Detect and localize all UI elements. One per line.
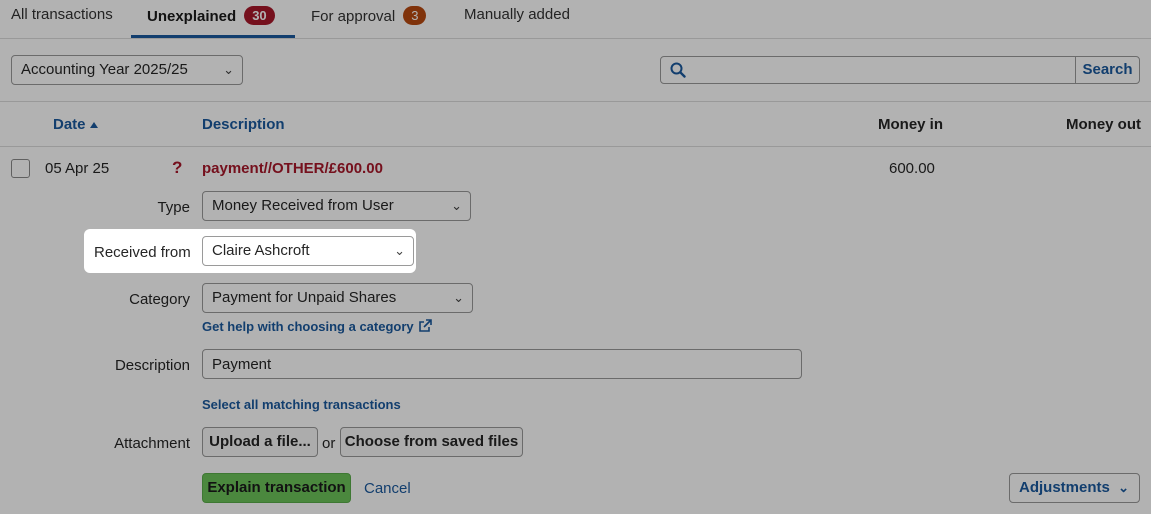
highlighted-received-from-field: Received from Claire Ashcroft ⌄	[84, 229, 416, 273]
date-header-label: Date	[53, 116, 86, 133]
active-tab-indicator	[131, 35, 295, 38]
explain-transaction-button[interactable]: Explain transaction	[202, 473, 351, 503]
unexplained-count-badge: 30	[244, 6, 275, 25]
description-label: Description	[114, 357, 190, 374]
search-icon	[670, 62, 686, 78]
type-value: Money Received from User	[212, 197, 394, 214]
external-link-icon	[418, 319, 432, 332]
select-matching-link[interactable]: Select all matching transactions	[202, 397, 401, 412]
received-from-label: Received from	[94, 244, 191, 261]
row-select-checkbox[interactable]	[11, 159, 30, 178]
category-label: Category	[129, 291, 190, 308]
header-top-divider	[0, 101, 1151, 102]
received-from-value: Claire Ashcroft	[212, 242, 310, 259]
tab-label: For approval	[311, 8, 396, 25]
category-value: Payment for Unpaid Shares	[212, 289, 397, 306]
adjustments-button[interactable]: Adjustments ⌄	[1009, 473, 1140, 503]
description-column-header[interactable]: Description	[202, 116, 285, 133]
tab-manually-added[interactable]: Manually added	[464, 6, 570, 23]
date-column-header[interactable]: Date	[53, 116, 99, 133]
adjustments-label: Adjustments	[1019, 479, 1110, 496]
transaction-description: payment//OTHER/£600.00	[202, 160, 383, 177]
search-box: Search	[660, 56, 1140, 84]
chevron-down-icon: ⌄	[1118, 480, 1129, 495]
transaction-date: 05 Apr 25	[45, 160, 110, 177]
transaction-money-in: 600.00	[889, 160, 935, 177]
attachment-label: Attachment	[114, 435, 190, 452]
search-button[interactable]: Search	[1076, 57, 1139, 83]
description-input[interactable]	[202, 349, 802, 379]
tab-label: Unexplained	[147, 8, 237, 25]
chevron-down-icon: ⌄	[453, 290, 464, 305]
money-out-column-header: Money out	[1066, 116, 1141, 133]
chevron-down-icon: ⌄	[223, 62, 234, 77]
type-label: Type	[157, 199, 190, 216]
for-approval-count-badge: 3	[403, 6, 427, 25]
unexplained-flag-icon: ?	[172, 158, 183, 177]
accounting-year-select[interactable]: Accounting Year 2025/25 ⌄	[11, 55, 243, 85]
cancel-link[interactable]: Cancel	[364, 480, 411, 497]
transaction-tabs: All transactions Unexplained 30 For appro…	[0, 0, 1151, 39]
tab-label: All transactions	[11, 6, 113, 23]
category-help-label: Get help with choosing a category	[202, 319, 414, 334]
type-select[interactable]: Money Received from User ⌄	[202, 191, 471, 221]
tab-all-transactions[interactable]: All transactions	[11, 6, 113, 23]
category-help-link[interactable]: Get help with choosing a category	[202, 319, 432, 334]
sort-ascending-icon	[89, 122, 98, 128]
money-in-column-header: Money in	[878, 116, 944, 133]
received-from-select[interactable]: Claire Ashcroft ⌄	[202, 236, 414, 266]
chevron-down-icon: ⌄	[451, 198, 462, 213]
or-text: or	[322, 435, 336, 452]
upload-file-button[interactable]: Upload a file...	[202, 427, 318, 457]
tab-unexplained[interactable]: Unexplained 30	[147, 6, 275, 25]
chevron-down-icon: ⌄	[394, 243, 405, 258]
tab-label: Manually added	[464, 6, 570, 23]
tab-for-approval[interactable]: For approval 3	[311, 6, 427, 25]
category-select[interactable]: Payment for Unpaid Shares ⌄	[202, 283, 473, 313]
choose-saved-files-button[interactable]: Choose from saved files	[340, 427, 523, 457]
header-bottom-divider	[0, 146, 1151, 147]
search-input[interactable]	[693, 59, 1072, 81]
accounting-year-value: Accounting Year 2025/25	[21, 61, 188, 78]
